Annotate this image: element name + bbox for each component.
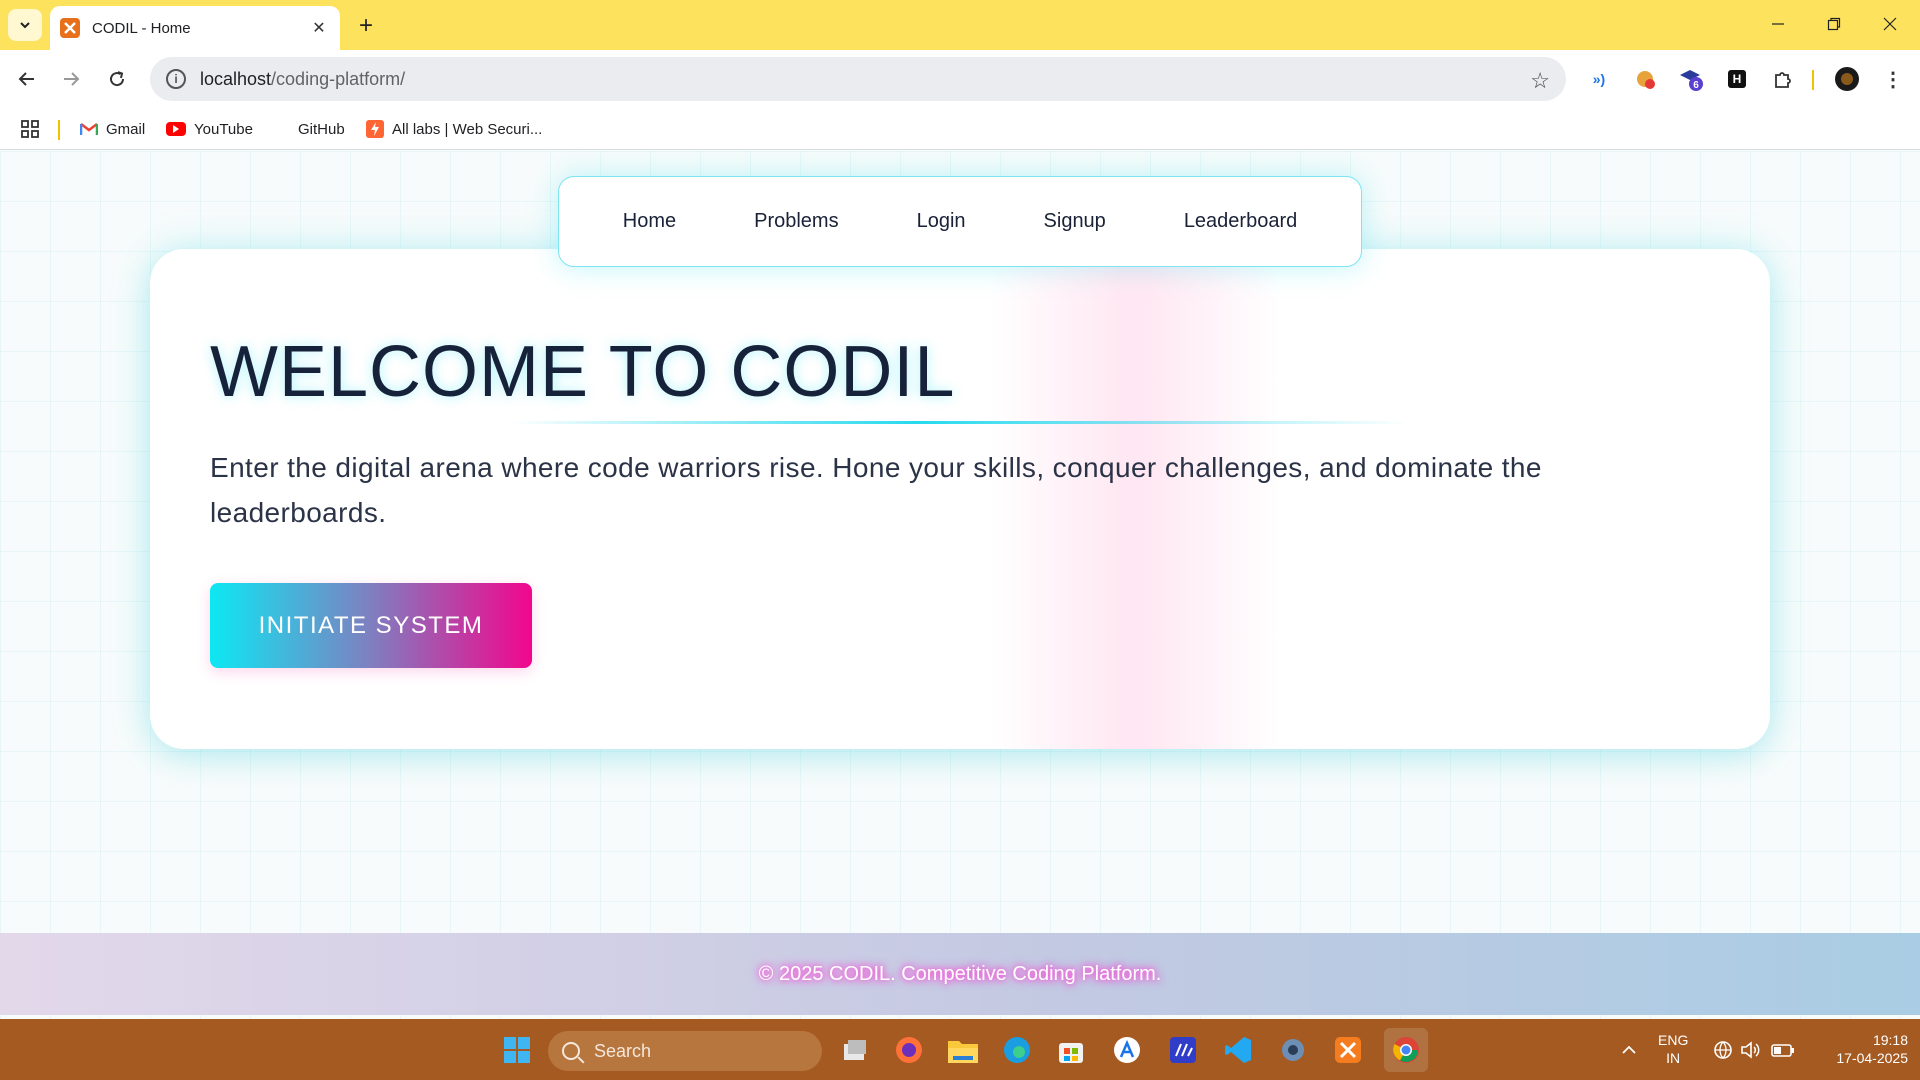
search-icon: [562, 1042, 580, 1060]
extensions-puzzle-icon[interactable]: [1768, 64, 1798, 94]
address-bar[interactable]: i localhost/coding-platform/ ☆: [150, 57, 1566, 101]
portswigger-icon: [366, 120, 384, 138]
footer-copyright: © 2025 CODIL. Competitive Coding Platfor…: [758, 962, 1162, 985]
tab-title: CODIL - Home: [92, 19, 191, 37]
github-icon: [272, 120, 290, 138]
nav-link-signup[interactable]: Signup: [1044, 210, 1106, 233]
xampp-favicon-icon: [60, 18, 80, 38]
microsoft-store-icon[interactable]: [1054, 1033, 1088, 1067]
settings-gear-icon[interactable]: [1276, 1033, 1310, 1067]
bookmark-youtube[interactable]: YouTube: [166, 117, 253, 141]
bookmark-star-icon[interactable]: ☆: [1530, 68, 1550, 94]
back-arrow-icon[interactable]: [12, 64, 42, 94]
language-indicator[interactable]: ENG IN: [1658, 1031, 1688, 1067]
page-viewport: Home Problems Login Signup Leaderboard W…: [0, 151, 1920, 1019]
battery-icon[interactable]: [1766, 1033, 1800, 1067]
hero-title: WELCOME TO CODIL: [210, 332, 956, 412]
active-tab[interactable]: CODIL - Home ✕: [50, 6, 340, 50]
chrome-icon[interactable]: [1384, 1028, 1428, 1072]
taskbar-search-box[interactable]: Search: [548, 1031, 822, 1071]
svg-text:6: 6: [1693, 80, 1699, 91]
app-store-a-icon[interactable]: [1110, 1033, 1144, 1067]
initiate-system-button[interactable]: INITIATE SYSTEM: [210, 583, 532, 668]
graduation-cap-extension-icon[interactable]: 6: [1676, 64, 1706, 94]
edge-icon[interactable]: [1000, 1033, 1034, 1067]
tab-search-button[interactable]: [8, 9, 42, 41]
main-navbar: Home Problems Login Signup Leaderboard: [558, 176, 1362, 267]
new-tab-button[interactable]: +: [352, 12, 380, 40]
gmail-icon: [80, 120, 98, 138]
nav-link-leaderboard[interactable]: Leaderboard: [1184, 210, 1297, 233]
apps-grid-icon[interactable]: [20, 117, 40, 141]
cookie-extension-icon[interactable]: [1630, 64, 1660, 94]
tab-strip: CODIL - Home ✕ +: [0, 0, 1920, 50]
reload-icon[interactable]: [102, 64, 132, 94]
profile-avatar[interactable]: [1832, 64, 1862, 94]
site-info-icon[interactable]: i: [166, 69, 186, 89]
hero-underline-decoration: [510, 421, 1410, 424]
page-footer: © 2025 CODIL. Competitive Coding Platfor…: [0, 933, 1920, 1015]
taskbar-clock[interactable]: 19:18 17-04-2025: [1816, 1031, 1908, 1067]
hero-card: WELCOME TO CODIL Enter the digital arena…: [150, 249, 1770, 749]
task-view-icon[interactable]: [838, 1033, 872, 1067]
code-tool-icon[interactable]: [1166, 1033, 1200, 1067]
restore-icon[interactable]: [1812, 8, 1856, 40]
minimize-icon[interactable]: [1756, 8, 1800, 40]
hero-description: Enter the digital arena where code warri…: [210, 452, 1542, 528]
menu-kebab-icon[interactable]: ⋮: [1878, 64, 1908, 94]
nav-link-login[interactable]: Login: [917, 210, 966, 233]
firefox-icon[interactable]: [892, 1033, 926, 1067]
youtube-icon: [166, 122, 186, 136]
nav-link-problems[interactable]: Problems: [754, 210, 838, 233]
read-aloud-extension-icon[interactable]: »): [1584, 64, 1614, 94]
vscode-icon[interactable]: [1221, 1033, 1255, 1067]
bookmarks-bar: Gmail YouTube GitHub All labs | Web Secu…: [0, 108, 1920, 150]
nav-link-home[interactable]: Home: [623, 210, 676, 233]
close-window-icon[interactable]: [1868, 8, 1912, 40]
browser-toolbar: i localhost/coding-platform/ ☆ ») 6 H ⋮: [0, 50, 1920, 108]
bookmark-github[interactable]: GitHub: [272, 117, 345, 141]
bookmarks-divider: [58, 120, 60, 140]
windows-start-icon[interactable]: [500, 1033, 534, 1067]
bookmark-gmail[interactable]: Gmail: [80, 117, 145, 141]
url-text: localhost/coding-platform/: [200, 68, 406, 89]
tray-chevron-up-icon[interactable]: [1612, 1033, 1646, 1067]
close-tab-icon[interactable]: ✕: [308, 17, 330, 39]
forward-arrow-icon[interactable]: [56, 64, 86, 94]
volume-icon[interactable]: [1734, 1033, 1768, 1067]
toolbar-divider: [1812, 70, 1814, 90]
xampp-icon[interactable]: [1331, 1033, 1365, 1067]
chevron-down-icon: [20, 22, 30, 29]
file-explorer-icon[interactable]: [946, 1033, 980, 1067]
bookmark-web-security[interactable]: All labs | Web Securi...: [366, 117, 542, 141]
windows-taskbar: Search ENG IN 19:18 17-04-2025: [0, 1019, 1920, 1080]
h-extension-icon[interactable]: H: [1722, 64, 1752, 94]
